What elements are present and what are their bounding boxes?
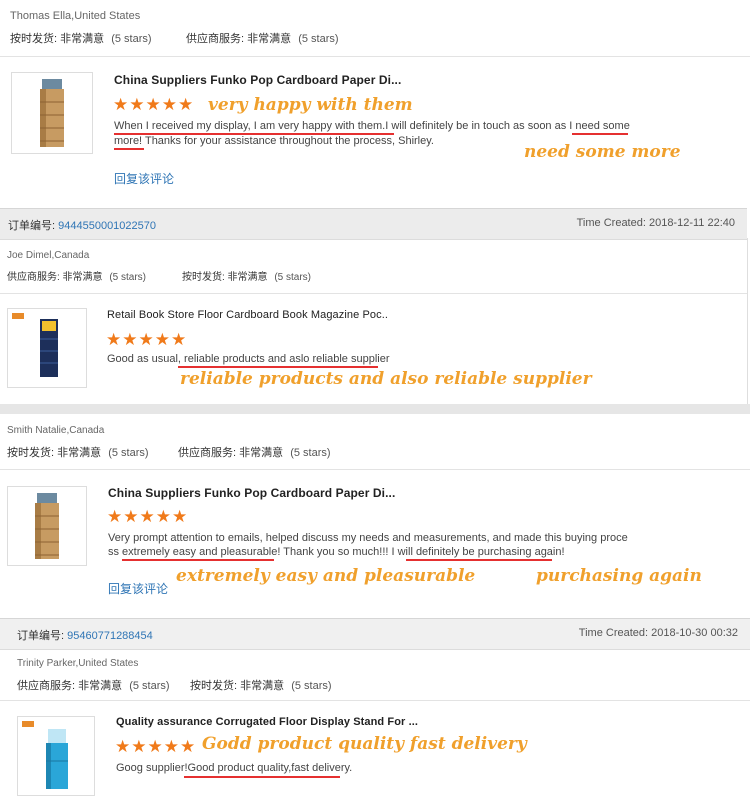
rating-meta-service: 供应商服务: 非常满意 (5 stars)	[7, 268, 146, 283]
product-title[interactable]: Retail Book Store Floor Cardboard Book M…	[107, 309, 388, 321]
rating-meta-delivery: 按时发货: 非常满意 (5 stars)	[190, 677, 332, 693]
highlight-underline	[122, 559, 274, 561]
product-title[interactable]: China Suppliers Funko Pop Cardboard Pape…	[114, 73, 401, 87]
highlight-underline	[184, 776, 340, 778]
order-time: Time Created: 2018-12-11 22:40	[576, 217, 735, 229]
order-number: 订单编号: 95460771288454	[17, 627, 153, 643]
annotation: reliable products and also reliable supp…	[180, 369, 592, 389]
shelf-display-icon	[40, 79, 64, 147]
product-title[interactable]: Quality assurance Corrugated Floor Displ…	[116, 716, 418, 728]
meta-stars: (5 stars)	[129, 680, 170, 692]
star-rating: ★★★★★	[107, 507, 189, 526]
meta-label: 供应商服务: 非常满意	[17, 680, 123, 692]
divider	[0, 469, 750, 470]
star-rating: ★★★★★	[106, 330, 188, 349]
rating-meta-delivery: 按时发货: 非常满意 (5 stars)	[10, 30, 152, 46]
reply-link[interactable]: 回复该评论	[108, 580, 168, 597]
highlight-underline	[178, 366, 378, 368]
reviewer-name: Smith Natalie,Canada	[7, 425, 105, 436]
meta-label: 按时发货: 非常满意	[7, 447, 102, 459]
book-rack-icon	[12, 313, 58, 377]
meta-label: 供应商服务: 非常满意	[186, 33, 292, 45]
order-header: 订单编号: 95460771288454 Time Created: 2018-…	[0, 618, 750, 650]
rating-meta-service: 供应商服务: 非常满意 (5 stars)	[17, 677, 170, 693]
display-stand-icon	[22, 721, 68, 789]
order-number-link[interactable]: 9444550001022570	[58, 220, 156, 232]
order-number: 订单编号: 9444550001022570	[8, 217, 156, 233]
highlight-underline	[114, 133, 394, 135]
product-thumbnail[interactable]	[17, 716, 95, 796]
divider	[0, 293, 747, 294]
review-text-line: more! Thanks for your assistance through…	[114, 135, 434, 147]
order-time: Time Created: 2018-10-30 00:32	[578, 627, 738, 639]
highlight-underline	[572, 133, 628, 135]
star-rating: ★★★★★	[115, 737, 197, 756]
highlight-underline	[406, 559, 552, 561]
review-text-line: Goog supplier!Good product quality,fast …	[116, 762, 353, 774]
meta-label: 供应商服务: 非常满意	[7, 272, 103, 283]
meta-stars: (5 stars)	[298, 33, 339, 45]
order-number-link[interactable]: 95460771288454	[67, 630, 153, 642]
reply-link[interactable]: 回复该评论	[114, 170, 174, 187]
panel-border	[747, 238, 748, 404]
meta-stars: (5 stars)	[290, 447, 331, 459]
meta-label: 按时发货: 非常满意	[182, 272, 268, 283]
meta-stars: (5 stars)	[274, 272, 312, 283]
reviewer-name: Joe Dimel,Canada	[7, 250, 90, 261]
order-header: 订单编号: 9444550001022570 Time Created: 201…	[0, 208, 747, 240]
order-label: 订单编号:	[8, 220, 56, 232]
annotation: need some more	[524, 142, 681, 162]
order-label: 订单编号:	[17, 630, 65, 642]
rating-meta-delivery: 按时发货: 非常满意 (5 stars)	[182, 268, 311, 283]
shelf-display-icon	[35, 493, 59, 559]
section-separator	[0, 404, 750, 414]
meta-label: 按时发货: 非常满意	[190, 680, 285, 692]
meta-stars: (5 stars)	[109, 272, 147, 283]
meta-stars: (5 stars)	[111, 33, 152, 45]
rating-meta-service: 供应商服务: 非常满意 (5 stars)	[186, 30, 339, 46]
annotation: Godd product quality fast delivery	[202, 734, 527, 754]
reviewer-name: Thomas Ella,United States	[10, 10, 141, 22]
meta-label: 供应商服务: 非常满意	[178, 447, 284, 459]
star-rating: ★★★★★	[113, 95, 195, 114]
highlight-underline	[114, 148, 144, 150]
divider	[0, 56, 750, 57]
product-thumbnail[interactable]	[11, 72, 93, 154]
meta-stars: (5 stars)	[291, 680, 332, 692]
meta-label: 按时发货: 非常满意	[10, 33, 105, 45]
annotation: very happy with them	[208, 95, 413, 115]
meta-stars: (5 stars)	[108, 447, 149, 459]
product-thumbnail[interactable]	[7, 486, 87, 566]
reviewer-name: Trinity Parker,United States	[17, 658, 139, 669]
product-thumbnail[interactable]	[7, 308, 87, 388]
annotation: extremely easy and pleasurable	[176, 566, 476, 586]
rating-meta-service: 供应商服务: 非常满意 (5 stars)	[178, 444, 331, 460]
annotation: purchasing again	[536, 566, 702, 586]
product-title[interactable]: China Suppliers Funko Pop Cardboard Pape…	[108, 486, 395, 500]
rating-meta-delivery: 按时发货: 非常满意 (5 stars)	[7, 444, 149, 460]
divider	[0, 700, 750, 701]
